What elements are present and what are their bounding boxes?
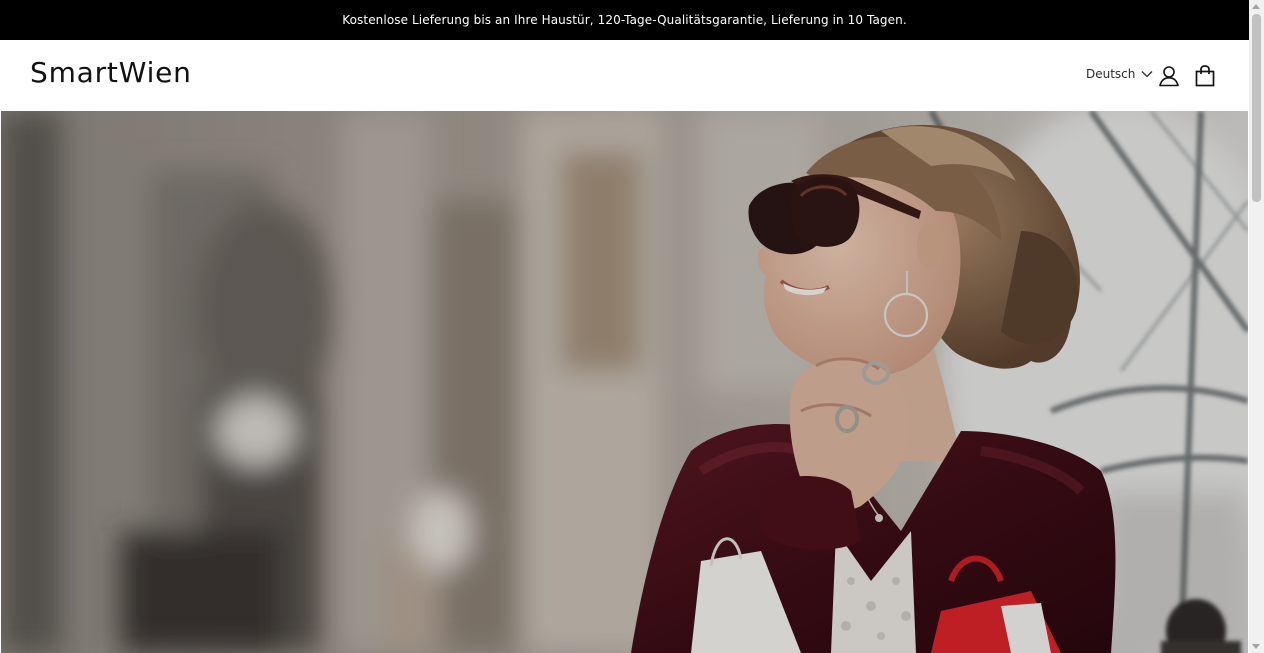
cart-button[interactable] [1193,64,1217,88]
chevron-down-icon [1141,70,1153,78]
scroll-up-icon[interactable] [1252,4,1260,9]
site-header: SmartWien Deutsch [0,40,1249,111]
account-button[interactable] [1157,64,1181,88]
language-label: Deutsch [1086,67,1136,81]
hero-banner [1,111,1248,653]
logo-link[interactable]: SmartWien [30,56,192,89]
browser-viewport: Kostenlose Lieferung bis an Ihre Haustür… [0,0,1264,653]
announcement-text: Kostenlose Lieferung bis an Ihre Haustür… [342,13,907,27]
scroll-thumb[interactable] [1252,14,1261,202]
hero-overlay [1,111,1248,653]
account-icon [1157,64,1181,88]
page: Kostenlose Lieferung bis an Ihre Haustür… [0,0,1249,653]
cart-icon [1193,64,1217,88]
announcement-bar: Kostenlose Lieferung bis an Ihre Haustür… [0,0,1249,40]
language-selector[interactable]: Deutsch [1086,67,1153,81]
scroll-down-icon[interactable] [1252,644,1260,649]
scrollbar[interactable] [1249,0,1264,653]
